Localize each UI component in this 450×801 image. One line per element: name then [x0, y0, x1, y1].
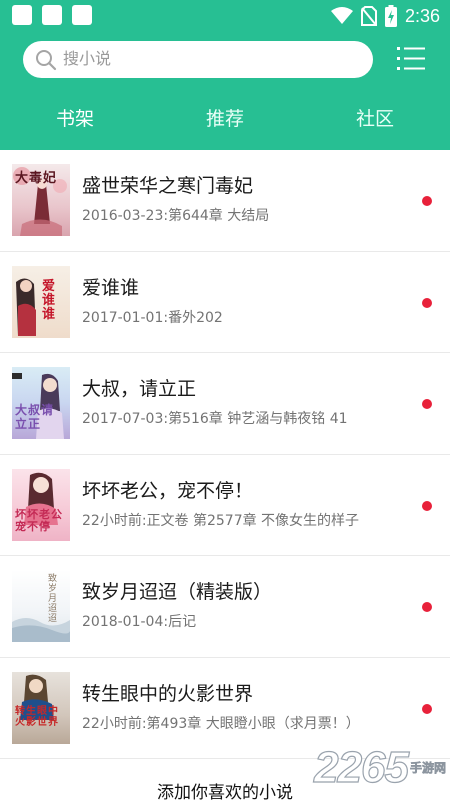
- clock: 2:36: [404, 5, 440, 26]
- status-bar: 2:36: [0, 0, 450, 34]
- tab-bar: 书架 推荐 社区: [0, 104, 450, 144]
- book-latest-chapter: 22小时前:第493章 大眼瞪小眼（求月票！）: [82, 715, 360, 732]
- list-menu-icon[interactable]: [397, 46, 425, 72]
- unread-dot: [422, 703, 432, 714]
- watermark-text: 手游网: [409, 761, 447, 776]
- search-placeholder: 搜小说: [63, 49, 112, 68]
- unread-dot: [422, 602, 432, 612]
- wifi-icon: [330, 7, 353, 24]
- search-input[interactable]: 搜小说: [23, 41, 373, 78]
- notification-square-icon: [72, 5, 92, 25]
- no-sim-icon: [360, 6, 377, 26]
- list-item[interactable]: 大毒妃 盛世荣华之寒门毒妃 2016-03-23:第644章 大结局: [0, 150, 450, 252]
- notification-square-icon: [42, 5, 62, 25]
- tab-recommend[interactable]: 推荐: [150, 104, 300, 144]
- book-title: 转生眼中的火影世界: [82, 682, 254, 705]
- cover-art: [12, 618, 70, 642]
- book-cover: 坏坏老公宠不停: [12, 468, 70, 541]
- tab-bookshelf[interactable]: 书架: [0, 104, 150, 144]
- list-item[interactable]: 爱谁谁 爱谁谁 2017-01-01:番外202: [0, 251, 450, 353]
- book-latest-chapter: 2017-01-01:番外202: [82, 309, 223, 326]
- book-cover: 大毒妃: [12, 164, 70, 236]
- book-title: 爱谁谁: [82, 276, 140, 299]
- unread-dot: [422, 196, 432, 206]
- list-item[interactable]: 致岁月迢迢 致岁月迢迢（精装版） 2018-01-04:后记: [0, 556, 450, 658]
- book-title: 坏坏老公，宠不停！: [82, 479, 254, 502]
- unread-dot: [422, 399, 432, 409]
- cover-text: 坏坏老公宠不停: [15, 507, 63, 533]
- book-title: 盛世荣华之寒门毒妃: [82, 175, 254, 197]
- book-latest-chapter: 2018-01-04:后记: [82, 614, 197, 630]
- watermark-number: 2265: [313, 743, 409, 792]
- cover-text: 大毒妃: [15, 171, 58, 186]
- watermark: 2265 手游网: [313, 743, 447, 792]
- unread-dot: [422, 500, 432, 511]
- book-cover: 大叔请立正: [12, 367, 70, 439]
- unread-dot: [422, 297, 432, 308]
- cover-text: 爱谁谁: [42, 278, 57, 322]
- bookshelf-list: 大毒妃 盛世荣华之寒门毒妃 2016-03-23:第644章 大结局 爱谁谁 爱…: [0, 150, 450, 759]
- cover-art: [16, 277, 36, 336]
- book-title: 大叔，请立正: [82, 378, 197, 400]
- app-header: 搜小说 书架 推荐 社区: [0, 34, 450, 150]
- book-cover: 转生眼中火影世界: [12, 671, 70, 744]
- cover-text: 转生眼中火影世界: [15, 705, 59, 728]
- list-item[interactable]: 坏坏老公宠不停 坏坏老公，宠不停！ 22小时前:正文卷 第2577章 不像女生的…: [0, 454, 450, 556]
- tab-community[interactable]: 社区: [300, 104, 450, 144]
- book-title: 致岁月迢迢（精装版）: [82, 581, 273, 603]
- book-cover: 致岁月迢迢: [12, 570, 70, 642]
- book-latest-chapter: 22小时前:正文卷 第2577章 不像女生的样子: [82, 512, 360, 529]
- search-icon: [36, 50, 57, 71]
- notification-square-icon: [12, 5, 32, 25]
- book-cover: 爱谁谁: [12, 265, 70, 338]
- book-latest-chapter: 2017-07-03:第516章 钟艺涵与韩夜铭 41: [82, 411, 348, 427]
- cover-text: 致岁月迢迢: [48, 574, 59, 624]
- cover-text: 大叔请立正: [15, 403, 55, 431]
- list-item[interactable]: 大叔请立正 大叔，请立正 2017-07-03:第516章 钟艺涵与韩夜铭 41: [0, 353, 450, 455]
- book-latest-chapter: 2016-03-23:第644章 大结局: [82, 208, 270, 224]
- battery-charging-icon: [384, 5, 397, 27]
